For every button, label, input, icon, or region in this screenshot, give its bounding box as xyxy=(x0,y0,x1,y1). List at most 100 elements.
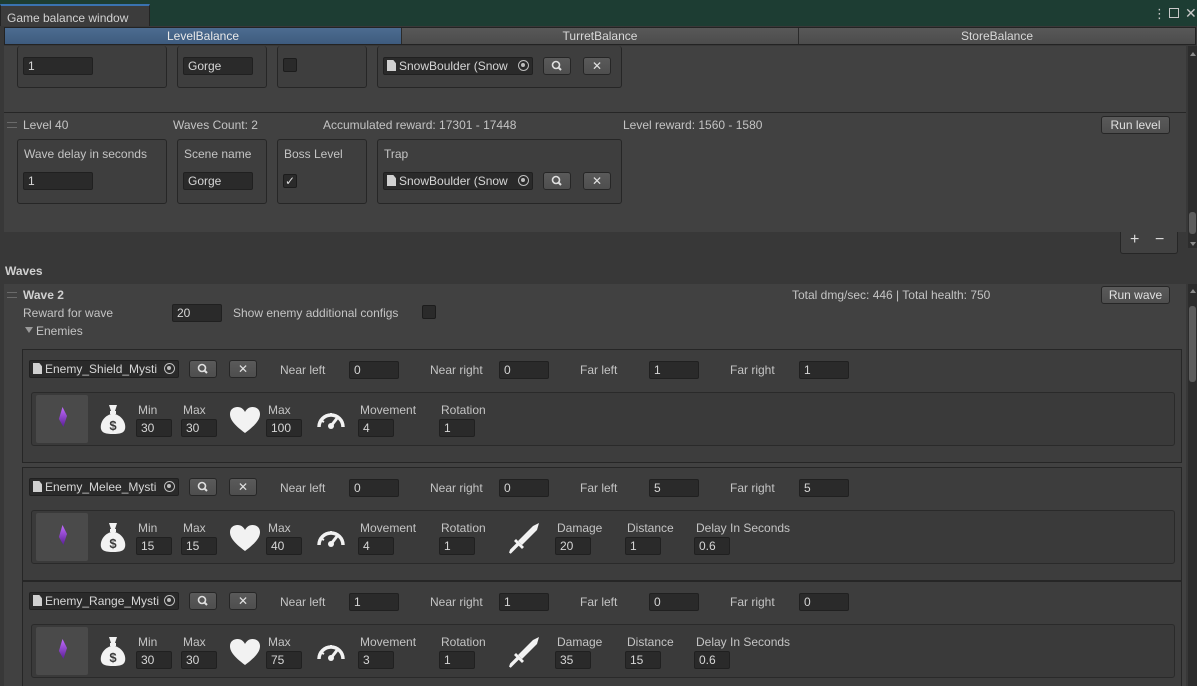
health-max-label: Max xyxy=(268,635,291,649)
enemy-clear-button[interactable]: ✕ xyxy=(229,360,257,378)
prev-wave-delay-field[interactable]: 1 xyxy=(23,57,93,75)
scroll-down-icon[interactable] xyxy=(1190,242,1196,246)
enemy-clear-button[interactable]: ✕ xyxy=(229,478,257,496)
tab-storebalance[interactable]: StoreBalance xyxy=(799,28,1195,44)
enemy-preview xyxy=(36,513,88,561)
reward-field[interactable]: 20 xyxy=(172,304,222,322)
rotation-field[interactable]: 1 xyxy=(439,651,475,669)
reward-min-field[interactable]: 30 xyxy=(136,419,172,437)
distance-field[interactable]: 1 xyxy=(625,537,661,555)
wave-title: Wave 2 xyxy=(23,288,64,302)
far-left-field[interactable]: 5 xyxy=(649,479,699,497)
distance-field[interactable]: 15 xyxy=(625,651,661,669)
health-max-field[interactable]: 40 xyxy=(266,537,302,555)
enemy-clear-button[interactable]: ✕ xyxy=(229,592,257,610)
enemy-search-button[interactable] xyxy=(189,478,217,496)
trap-clear-button[interactable]: ✕ xyxy=(583,172,611,190)
far-left-field[interactable]: 1 xyxy=(649,361,699,379)
search-icon xyxy=(551,175,562,186)
near-right-field[interactable]: 0 xyxy=(499,479,549,497)
prev-trap-clear-button[interactable]: ✕ xyxy=(583,57,611,75)
near-left-field[interactable]: 0 xyxy=(349,361,399,379)
object-picker-icon[interactable] xyxy=(518,60,529,71)
movement-field[interactable]: 4 xyxy=(358,537,394,555)
scroll-up-icon[interactable] xyxy=(1190,289,1196,293)
near-left-field[interactable]: 0 xyxy=(349,479,399,497)
near-left-label: Near left xyxy=(280,595,326,609)
prev-boss-checkbox[interactable] xyxy=(283,58,297,72)
level-scrollbar[interactable] xyxy=(1188,46,1197,248)
trap-search-button[interactable] xyxy=(543,172,571,190)
enemy-search-button[interactable] xyxy=(189,360,217,378)
near-right-field[interactable]: 0 xyxy=(499,361,549,379)
enemies-label[interactable]: Enemies xyxy=(36,324,83,338)
far-left-field[interactable]: 0 xyxy=(649,593,699,611)
tab-turretbalance[interactable]: TurretBalance xyxy=(402,28,799,44)
far-right-field[interactable]: 1 xyxy=(799,361,849,379)
run-wave-button[interactable]: Run wave xyxy=(1101,286,1170,304)
maximize-icon[interactable] xyxy=(1169,8,1179,18)
reward-max-field[interactable]: 15 xyxy=(181,537,217,555)
level-scrollbar-thumb[interactable] xyxy=(1189,212,1196,234)
enemy-object-field[interactable]: Enemy_Range_Mysti xyxy=(29,592,179,610)
show-configs-checkbox[interactable] xyxy=(422,305,436,319)
damage-label: Damage xyxy=(557,521,603,535)
foldout-arrow-icon[interactable] xyxy=(25,327,33,333)
trap-field[interactable]: SnowBoulder (Snow xyxy=(383,172,533,190)
delay-field[interactable]: 0.6 xyxy=(694,651,730,669)
reward-min-field[interactable]: 30 xyxy=(136,651,172,669)
add-icon[interactable]: + xyxy=(1130,232,1139,248)
prev-trap-card: SnowBoulder (Snow ✕ xyxy=(377,46,622,88)
divider xyxy=(4,112,1186,113)
object-picker-icon[interactable] xyxy=(164,595,175,606)
prev-scene-field[interactable]: Gorge xyxy=(183,57,253,75)
reward-max-field[interactable]: 30 xyxy=(181,651,217,669)
movement-field[interactable]: 4 xyxy=(358,419,394,437)
object-picker-icon[interactable] xyxy=(164,481,175,492)
accumulated-reward: Accumulated reward: 17301 - 17448 xyxy=(323,118,517,132)
rotation-field[interactable]: 1 xyxy=(439,537,475,555)
prev-trap-search-button[interactable] xyxy=(543,57,571,75)
reward-label: Reward for wave xyxy=(23,306,114,320)
wave-scrollbar[interactable] xyxy=(1188,284,1197,686)
near-right-label: Near right xyxy=(430,363,483,377)
reward-min-field[interactable]: 15 xyxy=(136,537,172,555)
remove-icon[interactable]: − xyxy=(1155,232,1164,248)
run-level-button[interactable]: Run level xyxy=(1101,116,1170,134)
close-icon[interactable]: ✕ xyxy=(1185,6,1197,20)
health-max-field[interactable]: 75 xyxy=(266,651,302,669)
enemy-object-field[interactable]: Enemy_Shield_Mysti xyxy=(29,360,179,378)
damage-field[interactable]: 20 xyxy=(555,537,591,555)
movement-label: Movement xyxy=(360,403,417,417)
wave-scrollbar-thumb[interactable] xyxy=(1189,306,1196,382)
enemy-search-button[interactable] xyxy=(189,592,217,610)
enemy-name: Enemy_Range_Mysti xyxy=(45,594,160,608)
scroll-up-icon[interactable] xyxy=(1190,52,1196,56)
prev-trap-field[interactable]: SnowBoulder (Snow xyxy=(383,57,533,75)
damage-field[interactable]: 35 xyxy=(555,651,591,669)
near-left-field[interactable]: 1 xyxy=(349,593,399,611)
object-picker-icon[interactable] xyxy=(164,363,175,374)
boss-checkbox[interactable]: ✓ xyxy=(283,174,297,188)
near-right-field[interactable]: 1 xyxy=(499,593,549,611)
delay-field[interactable]: 0.6 xyxy=(694,537,730,555)
enemy-block: Enemy_Range_Mysti ✕ Near left 1 Near rig… xyxy=(22,581,1182,686)
far-right-field[interactable]: 0 xyxy=(799,593,849,611)
more-options-icon[interactable]: ⋮ xyxy=(1153,7,1166,21)
money-bag-icon: $ xyxy=(100,523,126,552)
far-right-field[interactable]: 5 xyxy=(799,479,849,497)
scene-field[interactable]: Gorge xyxy=(183,172,253,190)
drag-handle-icon[interactable] xyxy=(7,122,17,128)
enemy-object-field[interactable]: Enemy_Melee_Mysti xyxy=(29,478,179,496)
window-tab[interactable]: Game balance window xyxy=(0,4,150,26)
reward-max-field[interactable]: 30 xyxy=(181,419,217,437)
drag-handle-icon[interactable] xyxy=(7,292,17,298)
object-picker-icon[interactable] xyxy=(518,175,529,186)
tab-levelbalance[interactable]: LevelBalance xyxy=(5,28,402,44)
boss-label: Boss Level xyxy=(284,147,343,161)
movement-field[interactable]: 3 xyxy=(358,651,394,669)
health-max-field[interactable]: 100 xyxy=(266,419,302,437)
rotation-field[interactable]: 1 xyxy=(439,419,475,437)
wave-delay-field[interactable]: 1 xyxy=(23,172,93,190)
enemy-name: Enemy_Melee_Mysti xyxy=(45,480,157,494)
